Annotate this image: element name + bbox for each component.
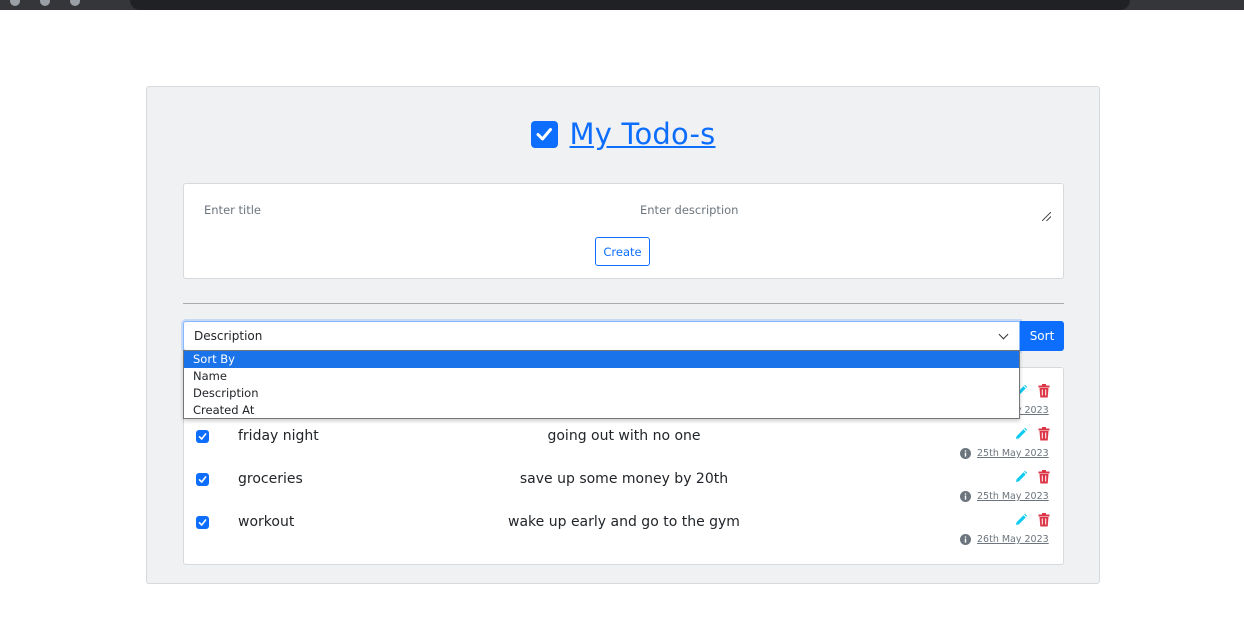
done-checkbox[interactable] [196, 516, 209, 529]
trash-icon[interactable] [1038, 513, 1050, 527]
done-checkbox[interactable] [196, 473, 209, 486]
resize-grip-icon[interactable] [1042, 212, 1051, 221]
address-bar[interactable] [130, 0, 1130, 10]
todo-description: going out with no one [547, 428, 701, 444]
description-input[interactable] [638, 194, 1052, 226]
title-input[interactable] [202, 194, 602, 226]
forward-icon[interactable] [40, 0, 50, 6]
created-date-link[interactable]: 26th May 2023 [977, 534, 1049, 545]
create-button[interactable]: Create [595, 237, 650, 266]
app-title-link[interactable]: My Todo-s [570, 117, 716, 151]
checkbox-logo-icon [530, 120, 558, 148]
sort-option-name[interactable]: Name [184, 368, 1019, 385]
sort-select[interactable]: Description [183, 321, 1020, 351]
browser-chrome [0, 0, 1244, 10]
done-checkbox[interactable] [196, 430, 209, 443]
chevron-down-icon [998, 329, 1009, 340]
todo-description: wake up early and go to the gym [508, 514, 740, 530]
trash-icon[interactable] [1038, 470, 1050, 484]
list-item: friday night going out with no one 25th … [184, 423, 1063, 466]
sort-option-sort-by[interactable]: Sort By [184, 351, 1019, 368]
todo-name: workout [238, 514, 295, 530]
list-item: workout wake up early and go to the gym … [184, 509, 1063, 552]
page-title: My Todo-s [147, 117, 1099, 151]
trash-icon[interactable] [1038, 384, 1050, 398]
todo-app-panel: My Todo-s Create Description Sort 25th M… [146, 86, 1100, 584]
trash-icon[interactable] [1038, 427, 1050, 441]
back-icon[interactable] [10, 0, 20, 6]
created-date-link[interactable]: 25th May 2023 [977, 491, 1049, 502]
pencil-icon[interactable] [1014, 513, 1028, 527]
divider [183, 303, 1064, 304]
created-date-link[interactable]: 25th May 2023 [977, 448, 1049, 459]
pencil-icon[interactable] [1014, 427, 1028, 441]
sort-option-created-at[interactable]: Created At [184, 402, 1019, 419]
list-item: groceries save up some money by 20th 25t… [184, 466, 1063, 509]
sort-button[interactable]: Sort [1020, 321, 1064, 351]
create-todo-form: Create [183, 183, 1064, 279]
todo-name: friday night [238, 428, 319, 444]
info-icon [960, 534, 971, 545]
pencil-icon[interactable] [1014, 470, 1028, 484]
reload-icon[interactable] [70, 0, 80, 6]
sort-select-value: Description [194, 329, 263, 343]
todo-description: save up some money by 20th [519, 471, 729, 487]
sort-option-description[interactable]: Description [184, 385, 1019, 402]
info-icon [960, 491, 971, 502]
todo-name: groceries [238, 471, 303, 487]
info-icon [960, 448, 971, 459]
sort-options-dropdown: Sort By Name Description Created At [183, 350, 1020, 419]
